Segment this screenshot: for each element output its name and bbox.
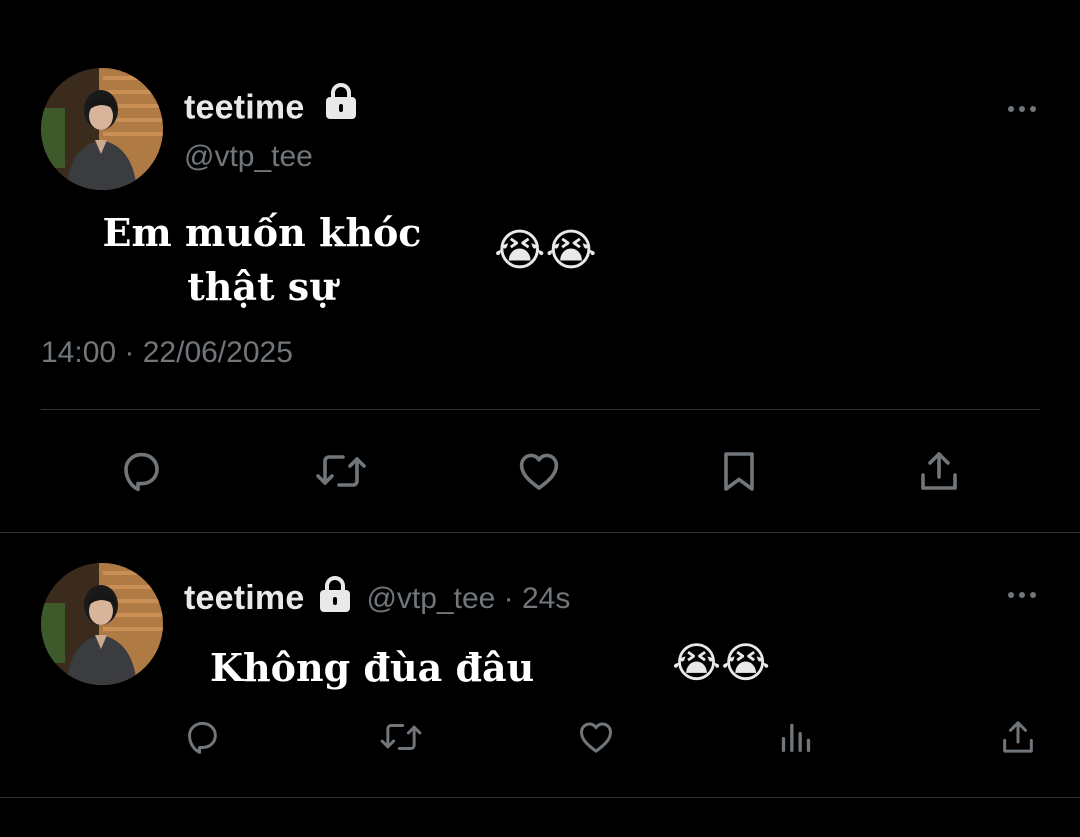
tweet-text: Em muốn khóc thật sự bbox=[90, 206, 434, 314]
handle[interactable]: @vtp_tee bbox=[184, 140, 313, 174]
like-icon[interactable] bbox=[515, 447, 563, 495]
more-options-icon[interactable] bbox=[1008, 592, 1036, 598]
display-name[interactable]: teetime bbox=[184, 83, 358, 133]
retweet-icon[interactable] bbox=[378, 717, 424, 757]
views-icon[interactable] bbox=[776, 717, 816, 757]
like-icon[interactable] bbox=[576, 717, 616, 757]
reply-text: Không đùa đâu bbox=[210, 645, 535, 690]
divider bbox=[0, 797, 1080, 798]
share-icon[interactable] bbox=[998, 717, 1038, 757]
lock-icon bbox=[318, 575, 352, 618]
tweet-text-line-2: thật sự bbox=[187, 264, 337, 309]
reply-icon[interactable] bbox=[117, 447, 165, 495]
tweet-text-line-1: Em muốn khóc bbox=[102, 210, 422, 255]
crying-emoji: 😭😭 bbox=[672, 638, 771, 687]
more-options-icon[interactable] bbox=[1008, 106, 1036, 112]
reply-avatar[interactable] bbox=[41, 563, 163, 685]
display-name-text[interactable]: teetime bbox=[184, 88, 304, 126]
reply-icon[interactable] bbox=[182, 717, 222, 757]
bookmark-icon[interactable] bbox=[715, 447, 763, 495]
retweet-icon[interactable] bbox=[313, 447, 369, 495]
divider bbox=[0, 532, 1080, 533]
crying-emoji: 😭😭 bbox=[494, 225, 597, 276]
divider bbox=[41, 409, 1040, 410]
reply-header: teetime @vtp_tee · 24s bbox=[184, 575, 570, 620]
share-icon[interactable] bbox=[915, 447, 963, 495]
lock-icon bbox=[324, 82, 358, 129]
reply-display-name[interactable]: teetime bbox=[184, 579, 304, 618]
reply-handle-time[interactable]: @vtp_tee · 24s bbox=[366, 582, 570, 616]
timestamp[interactable]: 14:00 · 22/06/2025 bbox=[41, 336, 293, 370]
avatar[interactable] bbox=[41, 68, 163, 190]
